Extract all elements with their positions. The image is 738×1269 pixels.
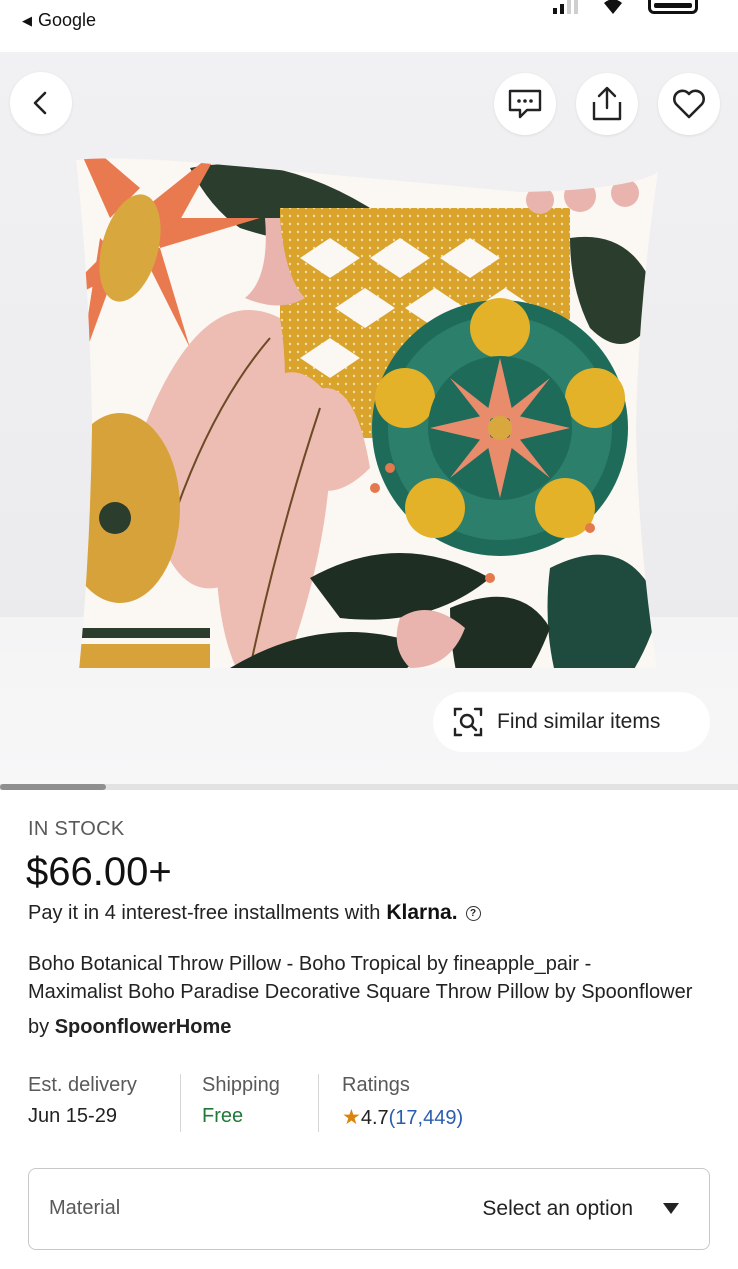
back-app-label: Google [38,10,97,30]
installments-text: Pay it in 4 interest-free installments w… [28,901,381,924]
back-to-app-link[interactable]: ◀ Google [22,10,96,31]
favorite-button[interactable] [658,73,720,135]
product-title-line-2: Maximalist Boho Paradise Decorative Squa… [28,981,693,1003]
find-similar-label: Find similar items [497,710,661,733]
shipping: Shipping Free [202,1074,280,1128]
product-page: ◀ Google Find similar items IN STOCK $66… [0,0,738,1269]
status-icons [553,0,698,14]
rating-count[interactable]: (17,449) [389,1107,464,1129]
material-label: Material [49,1197,121,1219]
material-select[interactable]: Material Select an option [28,1168,710,1250]
status-bar: ◀ Google [0,0,738,52]
star-icon: ★ [342,1106,361,1129]
back-button[interactable] [10,72,72,134]
carousel-progress-thumb [0,784,106,790]
chevron-left-icon [33,91,47,115]
heart-icon [673,89,705,119]
battery-icon [648,0,698,14]
find-similar-button[interactable]: Find similar items [433,692,710,752]
cellular-signal-icon [553,0,578,14]
seller-line: by SpoonflowerHome [28,1016,231,1039]
ratings-label: Ratings [342,1074,410,1096]
share-button[interactable] [576,73,638,135]
product-title[interactable]: Boho Botanical Throw Pillow - Boho Tropi… [28,950,713,1006]
visual-search-icon [453,707,483,737]
product-image[interactable] [70,108,666,719]
rating-value: 4.7 [360,1107,389,1129]
seller-prefix: by [28,1016,50,1038]
help-icon[interactable]: ? [465,905,481,921]
ratings-value[interactable]: ★4.7(17,449) [342,1105,463,1130]
share-icon [592,86,622,121]
meta-divider [318,1074,319,1132]
est-delivery: Est. delivery Jun 15-29 [28,1074,137,1128]
product-title-line-1: Boho Botanical Throw Pillow - Boho Tropi… [28,953,592,975]
est-delivery-value: Jun 15-29 [28,1105,117,1127]
klarna-installments[interactable]: Pay it in 4 interest-free installments w… [28,901,481,925]
caret-down-icon [663,1203,679,1214]
ratings[interactable]: Ratings ★4.7(17,449) [342,1074,463,1130]
material-value: Select an option [482,1197,633,1220]
klarna-logo: Klarna. [386,901,458,924]
meta-divider [180,1074,181,1132]
message-seller-button[interactable] [494,73,556,135]
est-delivery-label: Est. delivery [28,1074,137,1096]
seller-link[interactable]: SpoonflowerHome [55,1016,232,1038]
product-image-carousel[interactable]: Find similar items [0,52,738,787]
carousel-progress-track [0,784,738,790]
price: $66.00+ [26,850,172,894]
stock-status: IN STOCK [28,818,125,840]
wifi-icon [600,0,626,14]
back-triangle-icon: ◀ [22,12,32,28]
shipping-label: Shipping [202,1074,280,1096]
message-icon [508,89,542,119]
shipping-value: Free [202,1105,244,1127]
